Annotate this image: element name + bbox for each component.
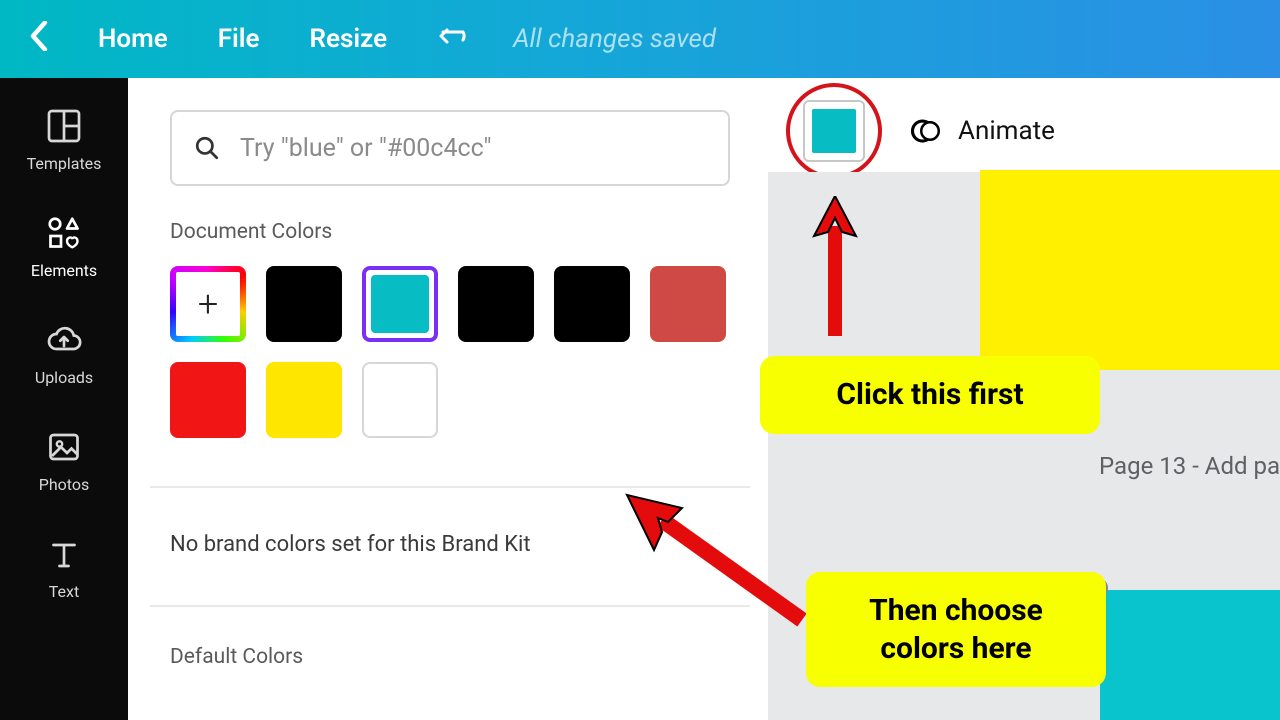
animate-icon — [910, 116, 940, 146]
animate-button[interactable]: Animate — [910, 116, 1055, 146]
canvas-element-cyan-selected[interactable] — [1100, 590, 1280, 720]
color-search[interactable] — [170, 110, 730, 186]
sidebar-item-uploads[interactable]: Uploads — [35, 322, 93, 387]
default-colors-heading: Default Colors — [170, 645, 728, 669]
color-swatch-red[interactable] — [170, 362, 246, 438]
color-chip-annotation-wrap — [786, 83, 882, 179]
context-toolbar: Animate — [768, 90, 1280, 172]
left-sidebar: Templates Elements Uploads Photos Text — [0, 78, 128, 720]
photos-icon — [46, 429, 82, 465]
fill-color-button[interactable] — [803, 100, 865, 162]
sidebar-item-label: Templates — [27, 154, 102, 173]
uploads-icon — [46, 322, 82, 358]
top-menu-bar: Home File Resize All changes saved — [0, 0, 1280, 78]
color-swatch-white[interactable] — [362, 362, 438, 438]
canvas-element-yellow[interactable] — [980, 170, 1280, 370]
annotation-callout-step1: Click this first — [760, 356, 1100, 434]
undo-icon — [437, 22, 473, 50]
back-button[interactable] — [30, 21, 48, 58]
sidebar-item-text[interactable]: Text — [46, 536, 82, 601]
color-swatch-black[interactable] — [266, 266, 342, 342]
color-search-input[interactable] — [240, 134, 706, 163]
sidebar-item-label: Photos — [39, 475, 90, 494]
sidebar-item-templates[interactable]: Templates — [27, 108, 102, 173]
color-swatch-black-3[interactable] — [554, 266, 630, 342]
annotation-arrow-left — [612, 480, 812, 630]
page-label[interactable]: Page 13 - Add pa — [1099, 452, 1280, 480]
animate-label: Animate — [958, 116, 1055, 146]
sidebar-item-label: Text — [49, 582, 79, 601]
annotation-callout-step2: Then choose colors here — [806, 572, 1106, 687]
sidebar-item-elements[interactable]: Elements — [31, 215, 97, 280]
document-colors-row: + — [170, 266, 730, 438]
resize-menu[interactable]: Resize — [310, 24, 388, 54]
sidebar-item-photos[interactable]: Photos — [39, 429, 90, 494]
sidebar-item-label: Elements — [31, 261, 97, 280]
save-status: All changes saved — [513, 24, 716, 54]
text-icon — [46, 536, 82, 572]
undo-button[interactable] — [437, 22, 473, 57]
annotation-arrow-up — [808, 196, 862, 336]
color-swatch-yellow[interactable] — [266, 362, 342, 438]
elements-icon — [46, 215, 82, 251]
templates-icon — [46, 108, 82, 144]
chevron-left-icon — [30, 21, 48, 51]
color-swatch-red-muted[interactable] — [650, 266, 726, 342]
fill-color-preview — [812, 109, 856, 153]
add-color-swatch[interactable]: + — [170, 266, 246, 342]
document-colors-heading: Document Colors — [170, 220, 728, 244]
color-swatch-cyan-selected[interactable] — [362, 266, 438, 342]
home-menu[interactable]: Home — [98, 24, 168, 54]
color-swatch-black-2[interactable] — [458, 266, 534, 342]
file-menu[interactable]: File — [218, 24, 260, 54]
sidebar-item-label: Uploads — [35, 368, 93, 387]
search-icon — [194, 135, 220, 161]
